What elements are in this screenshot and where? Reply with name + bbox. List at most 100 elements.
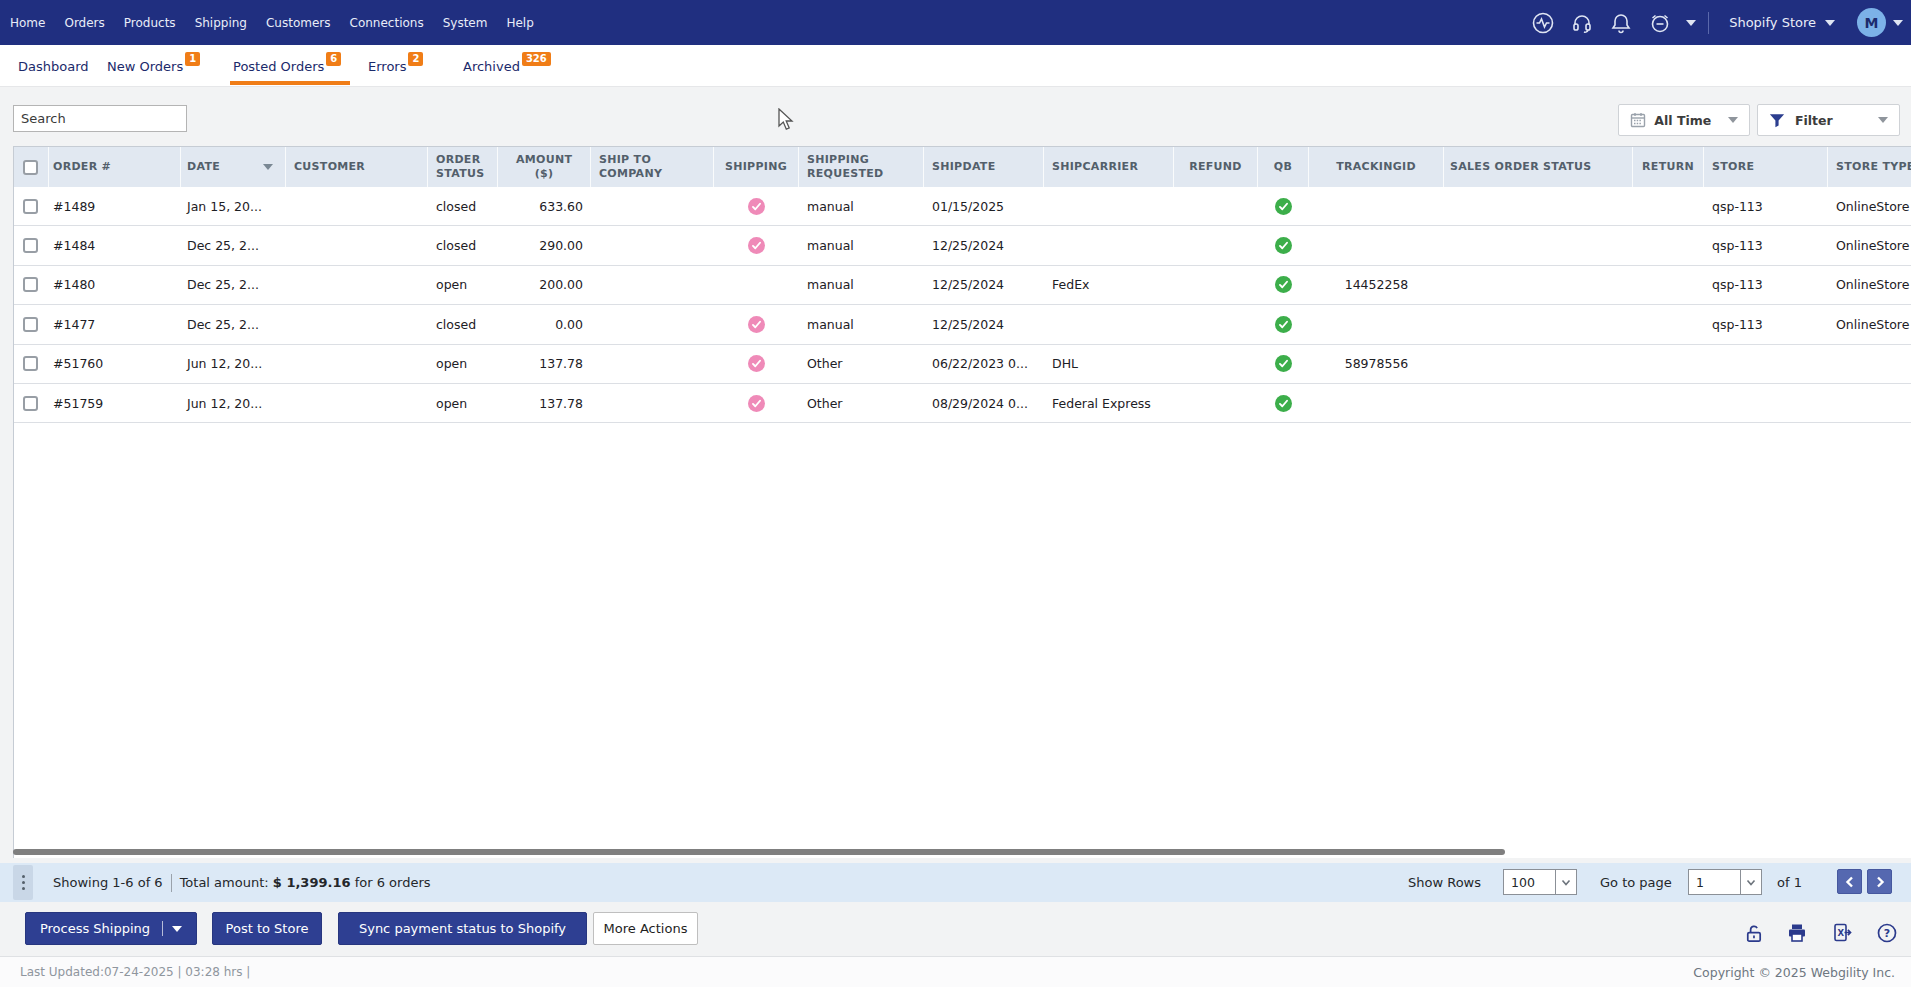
col-header-order-status[interactable]: ORDER STATUS <box>428 147 498 187</box>
qb-posted-icon <box>1275 237 1292 254</box>
alarm-icon[interactable] <box>1647 10 1673 36</box>
row-checkbox[interactable] <box>23 199 38 214</box>
cell-store-type: OnlineStore <box>1828 305 1911 343</box>
prev-page-button[interactable] <box>1837 869 1862 894</box>
col-header-shipcarrier[interactable]: SHIPCARRIER <box>1044 147 1174 187</box>
col-header-ship-to-company[interactable]: SHIP TO COMPANY <box>591 147 714 187</box>
nav-item-home[interactable]: Home <box>10 16 45 30</box>
cell-store: qsp-113 <box>1704 266 1828 304</box>
show-rows-label: Show Rows <box>1408 863 1481 902</box>
row-checkbox[interactable] <box>23 396 38 411</box>
nav-item-orders[interactable]: Orders <box>64 16 104 30</box>
col-header-store[interactable]: STORE <box>1704 147 1828 187</box>
cell-store <box>1704 384 1828 422</box>
process-shipping-caret[interactable] <box>172 926 182 932</box>
col-header-shipdate[interactable]: SHIPDATE <box>924 147 1044 187</box>
cell-ship-to-company <box>591 345 714 383</box>
nav-item-connections[interactable]: Connections <box>350 16 424 30</box>
col-header-return[interactable]: RETURN <box>1633 147 1704 187</box>
cell-shipdate: 12/25/2024 <box>924 305 1044 343</box>
col-header-refund[interactable]: REFUND <box>1174 147 1258 187</box>
goto-page-select[interactable]: 1 <box>1688 869 1762 895</box>
cell-order-status: open <box>428 384 498 422</box>
date-range-label: All Time <box>1654 113 1711 128</box>
row-checkbox[interactable] <box>23 238 38 253</box>
lock-icon[interactable] <box>1742 922 1764 944</box>
more-actions-button[interactable]: More Actions <box>593 912 698 945</box>
nav-item-system[interactable]: System <box>443 16 488 30</box>
avatar-caret[interactable] <box>1893 20 1903 26</box>
col-header-qb[interactable]: QB <box>1258 147 1309 187</box>
cell-trackingid: 58978556 <box>1309 345 1444 383</box>
process-shipping-button[interactable]: Process Shipping <box>25 912 197 945</box>
cell-order: #1480 <box>49 266 181 304</box>
cell-amount: 137.78 <box>498 384 591 422</box>
col-header-shipping-requested[interactable]: SHIPPING REQUESTED <box>799 147 924 187</box>
filter-button[interactable]: Filter <box>1757 104 1900 136</box>
col-header-sales-order-status[interactable]: SALES ORDER STATUS <box>1444 147 1633 187</box>
cell-ship-to-company <box>591 384 714 422</box>
cell-sales-order-status <box>1444 345 1633 383</box>
row-checkbox[interactable] <box>23 277 38 292</box>
cell-ship-to-company <box>591 187 714 225</box>
store-selector-label: Shopify Store <box>1729 15 1816 30</box>
store-selector[interactable]: Shopify Store <box>1729 15 1835 30</box>
nav-item-products[interactable]: Products <box>124 16 176 30</box>
cell-store-type <box>1828 384 1911 422</box>
tab-dashboard[interactable]: Dashboard <box>18 45 89 87</box>
nav-item-customers[interactable]: Customers <box>266 16 331 30</box>
cell-store: qsp-113 <box>1704 226 1828 264</box>
activity-icon[interactable] <box>1530 10 1556 36</box>
show-rows-select[interactable]: 100 <box>1503 869 1577 895</box>
cell-amount: 633.60 <box>498 187 591 225</box>
help-icon[interactable]: ? <box>1876 922 1898 944</box>
print-icon[interactable] <box>1786 922 1808 944</box>
col-header-shipping[interactable]: SHIPPING <box>714 147 799 187</box>
date-range-button[interactable]: All Time <box>1618 104 1750 136</box>
horizontal-scrollbar[interactable] <box>13 849 1505 855</box>
tab-new-orders[interactable]: New Orders1 <box>107 45 200 87</box>
post-to-store-button[interactable]: Post to Store <box>212 912 322 945</box>
bell-icon[interactable] <box>1608 10 1634 36</box>
cell-shipping-requested: Other <box>799 384 924 422</box>
cell-qb-posted <box>1258 187 1309 225</box>
nav-item-shipping[interactable]: Shipping <box>195 16 247 30</box>
page-of-label: of 1 <box>1777 863 1802 902</box>
cell-sales-order-status <box>1444 226 1633 264</box>
row-checkbox[interactable] <box>23 356 38 371</box>
cell-customer <box>286 226 428 264</box>
tab-archived[interactable]: Archived326 <box>463 45 551 87</box>
showing-count: Showing 1-6 of 6 <box>53 875 163 890</box>
cell-customer <box>286 384 428 422</box>
cell-ship-to-company <box>591 266 714 304</box>
col-header-store-type[interactable]: STORE TYPE <box>1828 147 1911 187</box>
cell-shipping-done <box>714 226 799 264</box>
search-box[interactable] <box>13 105 187 132</box>
total-amount-label: Total amount: <box>180 875 269 890</box>
cell-trackingid <box>1309 384 1444 422</box>
search-input[interactable] <box>14 111 191 126</box>
cell-shipdate: 06/22/2023 0... <box>924 345 1044 383</box>
select-all-checkbox[interactable] <box>23 160 38 175</box>
col-header-date[interactable]: DATE <box>181 147 286 187</box>
sync-payment-button[interactable]: Sync payment status to Shopify <box>338 912 587 945</box>
col-header-order-[interactable]: ORDER # <box>49 147 181 187</box>
col-header-amount-[interactable]: AMOUNT ($) <box>498 147 591 187</box>
cell-amount: 290.00 <box>498 226 591 264</box>
table-header-row: ORDER #DATECUSTOMERORDER STATUSAMOUNT ($… <box>14 147 1911 187</box>
next-page-button[interactable] <box>1867 869 1892 894</box>
col-header-customer[interactable]: CUSTOMER <box>286 147 428 187</box>
avatar[interactable]: M <box>1857 8 1886 37</box>
shipping-done-icon <box>748 198 765 215</box>
row-checkbox[interactable] <box>23 317 38 332</box>
alarm-dropdown-caret[interactable] <box>1686 20 1696 26</box>
pager-drag-handle[interactable] <box>13 865 33 900</box>
headset-icon[interactable] <box>1569 10 1595 36</box>
nav-item-help[interactable]: Help <box>506 16 533 30</box>
cell-date: Jun 12, 20... <box>181 345 286 383</box>
last-updated-text: Last Updated:07-24-2025 | 03:28 hrs | <box>20 957 250 987</box>
col-header-trackingid[interactable]: TRACKINGID <box>1309 147 1444 187</box>
export-excel-icon[interactable]: X <box>1831 922 1853 944</box>
tab-errors[interactable]: Errors2 <box>368 45 423 87</box>
cell-shipdate: 12/25/2024 <box>924 226 1044 264</box>
